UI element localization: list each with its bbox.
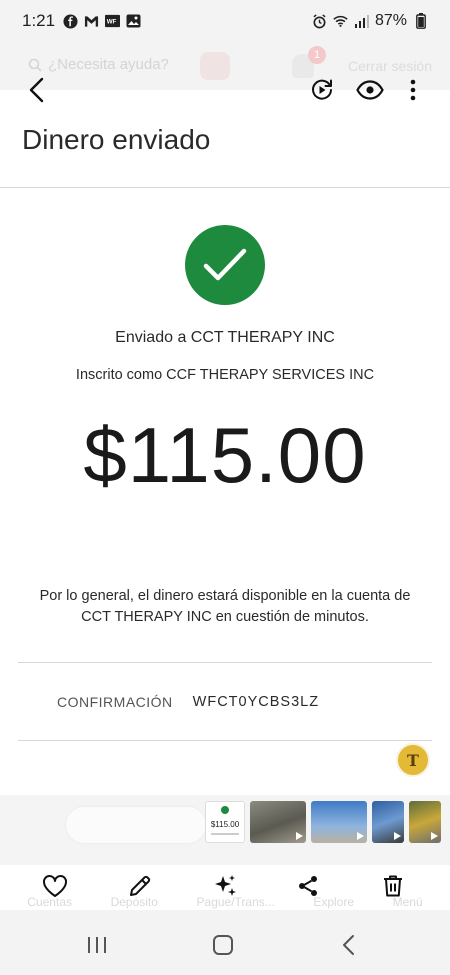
more-vertical-icon [410,79,416,101]
page-title: Dinero enviado [22,124,211,155]
confirmation-label: CONFIRMACIÓN [57,694,173,710]
system-back-button[interactable] [334,930,364,960]
ai-edit-button[interactable] [210,871,240,901]
text-extract-icon: T [407,750,419,770]
recents-icon [88,937,106,953]
wifi-icon [333,14,348,29]
thumbnail-video-road[interactable] [409,801,441,843]
thumbnail-strip: $115.00 [205,801,441,843]
thumbnail-line [211,833,239,835]
trash-icon [384,875,402,897]
gallery-action-bar: Cuentas Depósito Pague/Trans... Explore … [0,865,450,910]
facebook-icon [63,13,78,29]
wf-app-icon: WF [105,14,121,29]
play-icon [431,832,438,840]
status-time: 1:21 [22,11,56,30]
confirmation-row: CONFIRMACIÓN WFCT0YCBS3LZ [57,694,319,710]
alarm-icon [312,13,327,29]
heart-icon [43,875,67,897]
mini-check-icon [221,806,229,814]
delete-button[interactable] [378,871,408,901]
favorite-button[interactable] [40,871,70,901]
underlay-pill [66,807,206,843]
signal-icon [354,14,369,29]
title-divider [0,187,450,188]
remix-icon [312,79,332,100]
share-icon [299,876,317,896]
play-icon [296,832,303,840]
lower-overlay-area: $115.00 [0,795,450,865]
play-icon [357,832,364,840]
status-right: 87% [312,12,428,30]
back-icon [29,77,44,103]
svg-text:WF: WF [107,19,117,26]
thumbnail-amount: $115.00 [210,820,240,829]
thumbnail-receipt[interactable]: $115.00 [205,801,245,843]
thumbnail-video-sky[interactable] [311,801,367,843]
confirmation-divider-bottom [18,740,432,741]
remix-button[interactable] [304,72,340,108]
gmail-icon [84,14,99,29]
battery-icon [413,13,428,29]
back-icon [343,935,354,955]
status-bar: 1:21 WF 87% [0,0,450,42]
success-check-icon [185,225,265,305]
gallery-icon [126,14,141,29]
more-options-button[interactable] [395,72,431,108]
eye-icon [356,80,384,100]
recents-button[interactable] [82,930,112,960]
view-button[interactable] [352,72,388,108]
battery-percent: 87% [374,12,407,29]
home-button[interactable] [208,930,238,960]
availability-text: Por lo general, el dinero estará disponi… [39,588,411,625]
home-icon [213,935,233,955]
text-extract-button[interactable]: T [396,743,430,777]
confirmation-divider-top [18,662,432,663]
thumbnail-video-blue[interactable] [372,801,404,843]
system-nav-bar [0,910,450,975]
play-icon [394,832,401,840]
enrolled-as-text: Inscrito como CCF THERAPY SERVICES INC [75,367,375,383]
back-button[interactable] [20,72,56,108]
viewer-toolbar [0,62,450,118]
edit-button[interactable] [125,871,155,901]
confirmation-code: WFCT0YCBS3LZ [192,694,320,710]
status-left: 1:21 WF [22,11,141,31]
amount-value: $115.00 [83,411,367,499]
share-button[interactable] [293,871,323,901]
sent-to-text: Enviado a CCT THERAPY INC [115,329,335,346]
ai-sparkle-icon [215,875,236,896]
thumbnail-video-car[interactable] [250,801,306,843]
edit-icon [130,875,151,896]
